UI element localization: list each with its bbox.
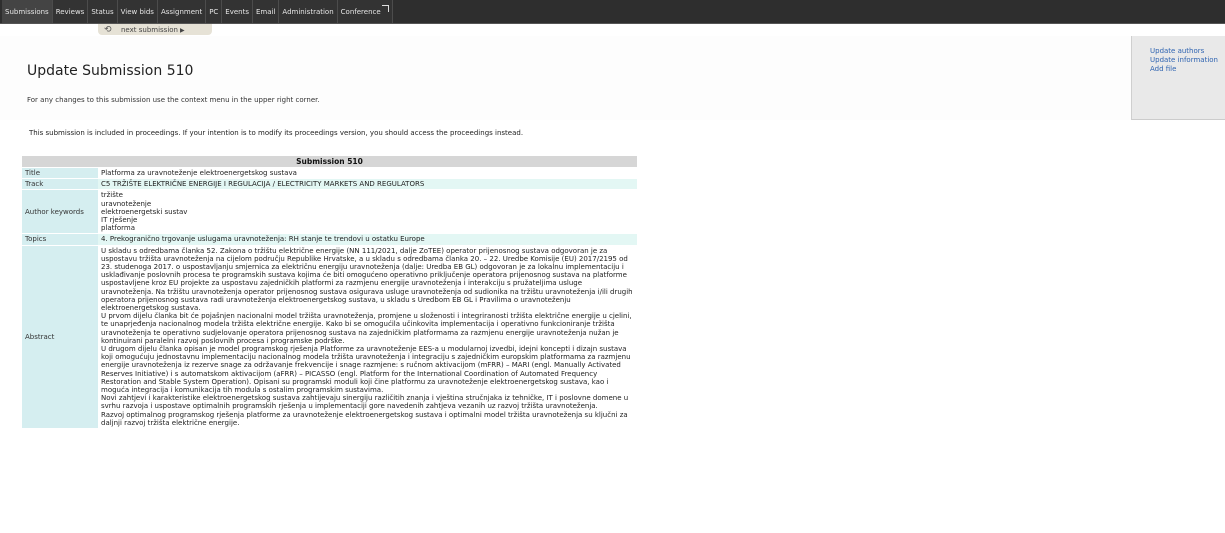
- menu-conference[interactable]: Conference: [337, 0, 393, 23]
- top-navigation-bar: Submissions Reviews Status View bids Ass…: [0, 0, 1225, 24]
- main-menu: Submissions Reviews Status View bids Ass…: [0, 0, 1225, 23]
- submission-subbar: ⟲ next submission ▶: [0, 24, 1225, 36]
- abstract-label: Abstract: [22, 244, 98, 429]
- menu-administration[interactable]: Administration: [279, 0, 338, 23]
- abstract-paragraph: U drugom dijelu članka opisan je model p…: [101, 345, 631, 395]
- table-row-abstract: Abstract U skladu s odredbama članka 52.…: [22, 244, 637, 429]
- table-row-track: Track C5 TRŽIŠTE ELEKTRIČNE ENERGIJE I R…: [22, 178, 637, 190]
- menu-events[interactable]: Events: [222, 0, 253, 23]
- keyword: elektroenergetski sustav: [101, 207, 188, 216]
- context-menu-hint: For any changes to this submission use t…: [27, 96, 320, 104]
- keyword: platforma: [101, 224, 136, 233]
- keyword: uravnoteženje: [101, 199, 152, 208]
- next-submission-label: next submission: [121, 26, 178, 34]
- menu-view-bids[interactable]: View bids: [117, 0, 158, 23]
- proceedings-note: This submission is included in proceedin…: [29, 129, 524, 137]
- table-heading: Submission 510: [22, 156, 637, 168]
- table-row-topics: Topics 4. Prekogranično trgovanje usluga…: [22, 233, 637, 246]
- update-authors-link[interactable]: Update authors: [1150, 47, 1225, 56]
- track-value: C5 TRŽIŠTE ELEKTRIČNE ENERGIJE I REGULAC…: [98, 178, 637, 190]
- menu-status[interactable]: Status: [88, 0, 118, 23]
- context-menu: Update authors Update information Add fi…: [1131, 36, 1225, 120]
- abstract-paragraph: U prvom dijelu članka bit će pojašnjen n…: [101, 312, 632, 345]
- arrow-right-icon: ▶: [179, 27, 185, 34]
- reload-icon[interactable]: ⟲: [104, 25, 112, 35]
- add-file-link[interactable]: Add file: [1150, 65, 1225, 74]
- next-submission-link[interactable]: next submission ▶: [121, 26, 185, 34]
- submission-table: Submission 510 Title Platforma za uravno…: [22, 156, 637, 429]
- abstract-value: U skladu s odredbama članka 52. Zakona o…: [98, 244, 637, 429]
- topics-value: 4. Prekogranično trgovanje uslugama urav…: [98, 233, 637, 246]
- external-link-icon: [381, 5, 389, 12]
- menu-submissions[interactable]: Submissions: [2, 0, 53, 23]
- table-row-keywords: Author keywords tržište uravnoteženje el…: [22, 189, 637, 234]
- keyword: tržište: [101, 191, 123, 200]
- menu-reviews[interactable]: Reviews: [52, 0, 89, 23]
- topics-label: Topics: [22, 233, 98, 246]
- update-information-link[interactable]: Update information: [1150, 56, 1225, 65]
- table-row-title: Title Platforma za uravnoteženje elektro…: [22, 166, 637, 179]
- title-label: Title: [22, 166, 98, 179]
- track-label: Track: [22, 178, 98, 190]
- abstract-paragraph: Razvoj optimalnog programskog rješenja p…: [101, 410, 628, 427]
- menu-pc[interactable]: PC: [206, 0, 223, 23]
- menu-email[interactable]: Email: [253, 0, 280, 23]
- keywords-label: Author keywords: [22, 189, 98, 234]
- title-value: Platforma za uravnoteženje elektroenerge…: [98, 166, 637, 179]
- menu-conference-label: Conference: [340, 7, 381, 16]
- keywords-value: tržište uravnoteženje elektroenergetski …: [98, 189, 637, 234]
- keyword: IT rješenje: [101, 216, 138, 225]
- abstract-paragraph: Novi zahtjevi i karakteristike elektroen…: [101, 394, 629, 411]
- page-title: Update Submission 510: [27, 63, 194, 79]
- menu-assignment[interactable]: Assignment: [157, 0, 207, 23]
- abstract-paragraph: U skladu s odredbama članka 52. Zakona o…: [101, 246, 633, 313]
